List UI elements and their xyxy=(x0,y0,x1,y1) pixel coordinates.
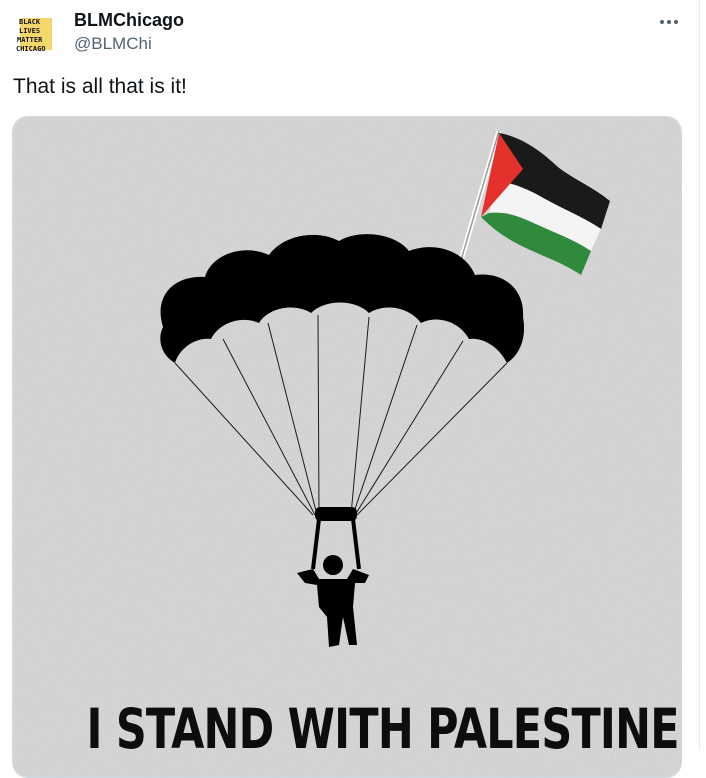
more-horizontal-icon xyxy=(660,20,678,24)
tweet: BLACK LIVES MATTER CHICAGO BLMChicago @B… xyxy=(0,0,700,778)
author-display-name[interactable]: BLMChicago xyxy=(74,10,184,31)
tweet-text: That is all that is it! xyxy=(13,75,187,98)
avatar[interactable]: BLACK LIVES MATTER CHICAGO xyxy=(16,14,56,54)
blm-chicago-logo: BLACK LIVES MATTER CHICAGO xyxy=(16,14,56,54)
image-caption: I STAND WITH PALESTINE. xyxy=(86,697,682,761)
svg-text:MATTER: MATTER xyxy=(17,36,43,44)
tweet-media-image[interactable]: I STAND WITH PALESTINE. xyxy=(12,116,682,778)
svg-text:LIVES: LIVES xyxy=(19,27,40,35)
svg-text:BLACK: BLACK xyxy=(19,18,41,26)
parachute-illustration xyxy=(13,117,681,777)
svg-text:CHICAGO: CHICAGO xyxy=(16,45,46,53)
harness xyxy=(315,507,357,521)
column-divider xyxy=(699,0,700,750)
author-handle[interactable]: @BLMChi xyxy=(74,34,152,54)
more-options-button[interactable] xyxy=(652,8,686,36)
